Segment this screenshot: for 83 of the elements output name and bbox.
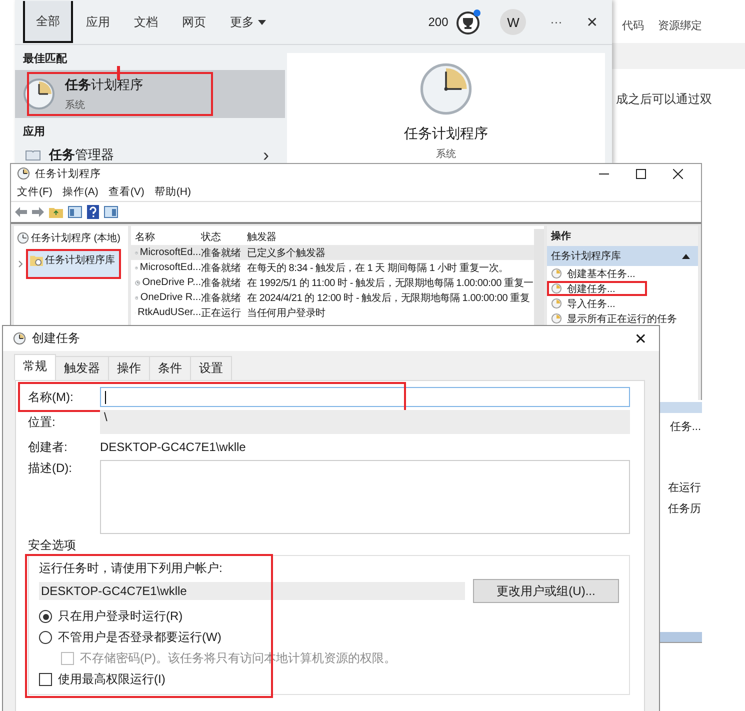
option-label: 使用最高权限运行(I) [58, 671, 166, 688]
task-icon [551, 268, 562, 279]
field-label: 创建者: [28, 438, 68, 456]
action-link[interactable]: 显示所有正在运行的任务 [567, 312, 677, 326]
toolbar-label[interactable]: 资源绑定 [658, 18, 702, 33]
option-label: 不管用户是否登录都要运行(W) [58, 629, 222, 646]
group-heading: 安全选项 [28, 537, 77, 554]
filter-tab[interactable]: 应用 [75, 1, 121, 43]
account-prompt: 运行任务时，请使用下列用户帐户: [39, 560, 224, 577]
close-button[interactable]: ✕ [634, 330, 647, 348]
radio-button[interactable] [39, 631, 52, 644]
preview-subtitle: 系统 [436, 148, 456, 161]
task-row[interactable]: OneDrive R...准备就绪 在 2024/4/21 的 12:00 时 - 触发后，无限期地每隔 1.00:00:00 重复 [131, 290, 534, 305]
column-header[interactable]: 状态 [201, 230, 247, 244]
menu-item[interactable]: 操作(A) [62, 185, 98, 199]
forward-arrow-icon[interactable] [32, 207, 44, 217]
result-title: 任务计划程序 [65, 76, 143, 94]
section-heading: 应用 [22, 124, 46, 140]
app-result[interactable]: 任务管理器 › [15, 143, 285, 165]
account-field: DESKTOP-GC4C7E1\wklle [39, 582, 466, 600]
pane-heading: 操作 [547, 226, 698, 246]
action-link[interactable]: 导入任务... [567, 296, 616, 310]
close-icon[interactable] [673, 168, 683, 178]
action-link[interactable]: 在运行 [668, 480, 701, 496]
task-row[interactable]: OneDrive P...准备就绪 在 1992/5/1 的 11:00 时 - 触发后，无限期地每隔 1.00:00:00 重复一 [131, 275, 534, 290]
author-value: DESKTOP-GC4C7E1\wklle [100, 440, 246, 454]
collapse-icon [682, 254, 690, 258]
action-link[interactable]: 创建任务... [567, 282, 616, 296]
result-subtitle: 系统 [65, 98, 86, 112]
menu-item[interactable]: 帮助(H) [154, 185, 191, 199]
location-field: \ [100, 410, 630, 434]
description-field[interactable] [100, 460, 630, 534]
tree-item[interactable]: 任务计划程序 (本地) [15, 230, 122, 246]
name-input-field[interactable] [100, 387, 630, 407]
change-user-button[interactable]: 更改用户或组(U)... [473, 579, 619, 603]
more-button[interactable]: ··· [550, 15, 562, 29]
task-icon [551, 298, 562, 309]
column-header[interactable]: 触发器 [247, 230, 276, 244]
action-link[interactable]: 创建基本任务... [567, 266, 636, 280]
section-heading: 最佳匹配 [22, 52, 68, 67]
filter-tab[interactable]: 文档 [123, 1, 169, 43]
article-text: 成之后可以通过双 [615, 91, 713, 108]
dialog-title: 创建任务 [32, 330, 80, 347]
field-label: 位置: [28, 414, 56, 430]
trophy-icon[interactable] [456, 9, 482, 35]
section-bar[interactable]: 任务计划程序库 [547, 246, 698, 266]
folder-icon[interactable] [49, 206, 63, 218]
folder-icon [30, 254, 43, 266]
task-icon [551, 283, 562, 294]
panel-icon[interactable] [68, 206, 82, 218]
toolbar-label[interactable]: 代码 [622, 18, 644, 33]
help-icon[interactable] [87, 205, 99, 219]
preview-title: 任务计划程序 [404, 125, 488, 143]
points-count: 200 [428, 15, 448, 29]
caret-icon [258, 20, 266, 24]
chevron-icon[interactable] [18, 260, 23, 268]
filter-tab[interactable]: 全部 [23, 1, 73, 43]
panel-icon[interactable] [104, 206, 118, 218]
annotation-mark [117, 66, 120, 80]
radio-button[interactable] [39, 610, 52, 623]
action-link[interactable]: 任务历 [668, 501, 701, 516]
dialog-tab[interactable]: 常规 [14, 354, 56, 380]
window-title: 任务计划程序 [35, 166, 101, 180]
checkbox[interactable] [39, 673, 52, 686]
dialog-tab[interactable]: 设置 [190, 356, 232, 380]
user-avatar[interactable]: W [500, 9, 526, 35]
field-label: 描述(D): [28, 460, 73, 477]
column-header[interactable]: 名称 [135, 230, 201, 244]
filter-tab[interactable]: 网页 [171, 1, 217, 43]
close-button[interactable]: ✕ [586, 14, 598, 30]
filter-tab[interactable]: 更多 [219, 1, 277, 43]
action-link[interactable]: 任务... [670, 419, 701, 434]
task-row[interactable]: RtkAudUSer...正在运行 当任何用户登录时 [131, 305, 534, 320]
menu-item[interactable]: 查看(V) [108, 185, 144, 199]
book-icon [25, 149, 41, 161]
menu-item[interactable]: 文件(F) [17, 185, 52, 199]
task-row[interactable]: MicrosoftEd...准备就绪 已定义多个触发器 [131, 245, 534, 260]
back-arrow-icon[interactable] [15, 207, 27, 217]
option-label: 只在用户登录时运行(R) [58, 608, 183, 625]
task-row[interactable]: MicrosoftEd...准备就绪 在每天的 8:34 - 触发后，在 1 天 期间每隔 1 小时 重复一次。 [131, 260, 534, 275]
field-label: 名称(M): [28, 388, 74, 406]
tree-item[interactable]: 任务计划程序库 [26, 249, 121, 279]
maximize-icon[interactable] [636, 168, 646, 178]
